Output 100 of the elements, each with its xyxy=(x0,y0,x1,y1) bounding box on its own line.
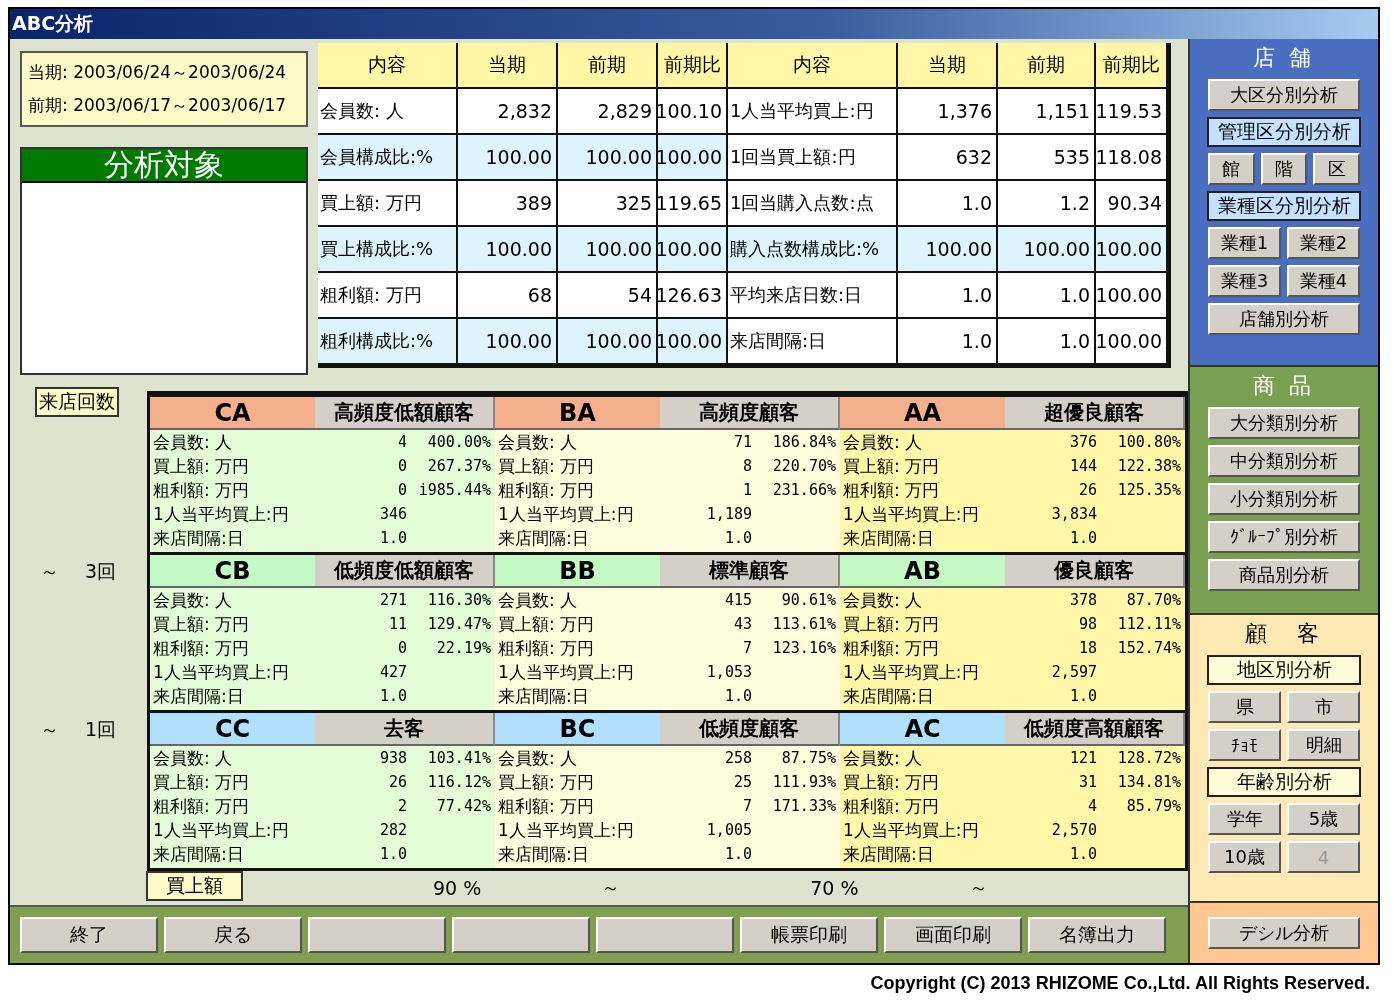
column-header: 前期比 xyxy=(1096,43,1168,89)
metric-ratio: 103.41% xyxy=(426,749,491,767)
metric-label: 来店間隔:日 xyxy=(498,526,590,550)
analysis-button[interactable]: 小分類別分析 xyxy=(1208,483,1360,515)
table-cell: 1.0 xyxy=(898,273,998,319)
metric-value: 271 xyxy=(378,591,407,609)
analysis-button[interactable]: ﾁｮﾓ xyxy=(1208,729,1281,761)
segment-type: 高頻度低額顧客 xyxy=(315,397,495,430)
metric-value: 282 xyxy=(378,821,407,839)
metric-ratio: 22.19% xyxy=(435,639,491,657)
analysis-button[interactable]: 学年 xyxy=(1208,803,1281,835)
metric-label: 粗利額: 万円 xyxy=(153,794,251,818)
analysis-button[interactable]: 5歳 xyxy=(1287,803,1360,835)
tilde-mark: ～ xyxy=(40,717,59,742)
segment-type: 超優良顧客 xyxy=(1005,397,1185,430)
metric-value: 427 xyxy=(378,663,407,681)
section-heading: 地区別分析 xyxy=(1207,655,1361,685)
metric-label: 来店間隔:日 xyxy=(153,684,245,708)
footer-button[interactable]: 名簿出力 xyxy=(1028,917,1166,953)
metric-ratio: 186.84% xyxy=(771,433,836,451)
metric-ratio: 112.11% xyxy=(1116,615,1181,633)
metric-label: 会員数: 人 xyxy=(153,588,234,612)
footer-button[interactable]: 帳票印刷 xyxy=(740,917,878,953)
metric-ratio: 87.70% xyxy=(1125,591,1181,609)
segment-code: CB xyxy=(150,555,315,588)
tilde-mark: ～ xyxy=(40,559,59,584)
metric-label: 買上額: 万円 xyxy=(498,770,596,794)
metric-label: 会員数: 人 xyxy=(153,430,234,454)
analysis-button[interactable]: 業種2 xyxy=(1287,227,1360,259)
metric-label: 1人当平均買上:円 xyxy=(498,818,635,842)
analysis-button[interactable]: 県 xyxy=(1208,691,1281,723)
blank-button[interactable] xyxy=(452,917,590,953)
metric-label: 買上額: 万円 xyxy=(498,454,596,478)
table-cell: 100.00 xyxy=(458,227,558,273)
metric-label: 買上額: 万円 xyxy=(153,454,251,478)
metric-value: 1.0 xyxy=(723,687,752,705)
analysis-button[interactable]: 業種3 xyxy=(1208,265,1281,297)
table-cell: 1.2 xyxy=(998,181,1096,227)
metric-value: 1.0 xyxy=(1068,687,1097,705)
metric-label: 来店間隔:日 xyxy=(843,526,935,550)
metric-label: 買上額: 万円 xyxy=(498,612,596,636)
window-title: ABC分析 xyxy=(10,9,1378,39)
metric-value: 1.0 xyxy=(378,529,407,547)
metric-label: 粗利額: 万円 xyxy=(498,478,596,502)
table-cell: 100.00 xyxy=(898,227,998,273)
footer-button[interactable]: 画面印刷 xyxy=(884,917,1022,953)
segment-type: 高頻度顧客 xyxy=(660,397,840,430)
segment-code: AA xyxy=(840,397,1005,430)
metric-label: 来店間隔:日 xyxy=(843,842,935,866)
metric-value: 1,053 xyxy=(705,663,752,681)
analysis-button[interactable]: 大区分別分析 xyxy=(1208,79,1360,111)
analysis-button[interactable]: 明細 xyxy=(1287,729,1360,761)
metric-ratio: 111.93% xyxy=(771,773,836,791)
table-cell: 1.0 xyxy=(998,319,1096,365)
analysis-button[interactable]: 業種4 xyxy=(1287,265,1360,297)
metric-ratio: 123.16% xyxy=(771,639,836,657)
metric-value: 2,597 xyxy=(1050,663,1097,681)
table-cell: 1.0 xyxy=(898,319,998,365)
table-cell: 535 xyxy=(998,135,1096,181)
table-cell: 100.00 xyxy=(1096,319,1168,365)
table-cell: 119.65 xyxy=(658,181,728,227)
blank-button[interactable] xyxy=(596,917,734,953)
table-cell: 100.00 xyxy=(658,319,728,365)
metric-value: 1.0 xyxy=(1068,529,1097,547)
metric-ratio: 87.75% xyxy=(780,749,836,767)
analysis-button[interactable]: 10歳 xyxy=(1208,841,1281,873)
segment-code: BB xyxy=(495,555,660,588)
analysis-button[interactable]: 区 xyxy=(1313,153,1360,185)
blank-button[interactable] xyxy=(308,917,446,953)
previous-period: 前期: 2003/06/17～2003/06/17 xyxy=(28,94,288,117)
analysis-button[interactable]: 中分類別分析 xyxy=(1208,445,1360,477)
analysis-button[interactable]: 市 xyxy=(1287,691,1360,723)
metric-ratio: 220.70% xyxy=(771,457,836,475)
analysis-button[interactable]: 館 xyxy=(1208,153,1255,185)
metric-label: 来店間隔:日 xyxy=(153,842,245,866)
table-cell: 購入点数構成比:% xyxy=(728,227,898,273)
metric-value: 0 xyxy=(396,639,407,657)
analysis-button[interactable]: 階 xyxy=(1260,153,1308,185)
table-cell: 119.53 xyxy=(1096,89,1168,135)
metric-label: 1人当平均買上:円 xyxy=(843,660,980,684)
metric-label: 1人当平均買上:円 xyxy=(153,502,290,526)
metric-label: 1人当平均買上:円 xyxy=(153,660,290,684)
metric-label: 粗利額: 万円 xyxy=(498,794,596,818)
analysis-button[interactable]: ｸﾞﾙｰﾌﾟ別分析 xyxy=(1208,521,1360,553)
metric-label: 会員数: 人 xyxy=(498,746,579,770)
metric-value: 376 xyxy=(1068,433,1097,451)
column-header: 前期 xyxy=(558,43,658,89)
metric-ratio: 152.74% xyxy=(1116,639,1181,657)
analysis-button[interactable]: 店舗別分析 xyxy=(1208,303,1360,335)
footer-button[interactable]: 戻る xyxy=(164,917,302,953)
metric-value: 7 xyxy=(741,639,752,657)
analysis-button[interactable]: 大分類別分析 xyxy=(1208,407,1360,439)
analysis-button[interactable]: デシル分析 xyxy=(1208,917,1360,949)
analysis-button[interactable]: 業種1 xyxy=(1208,227,1281,259)
analysis-button[interactable]: 商品別分析 xyxy=(1208,559,1360,591)
table-cell: 389 xyxy=(458,181,558,227)
metric-value: 4 xyxy=(1086,797,1097,815)
table-cell: 1回当購入点数:点 xyxy=(728,181,898,227)
section-title: 顧 客 xyxy=(1245,620,1323,648)
footer-button[interactable]: 終了 xyxy=(20,917,158,953)
